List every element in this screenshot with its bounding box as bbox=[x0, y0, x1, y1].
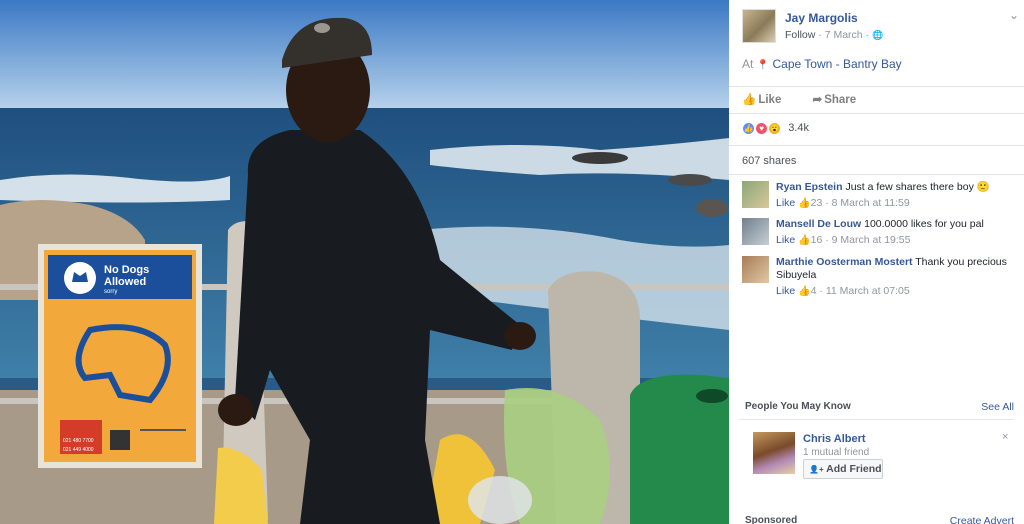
comment-body: Ryan Epstein Just a few shares there boy… bbox=[776, 181, 1016, 210]
location-pin-icon: 📍 bbox=[756, 60, 770, 71]
divider bbox=[729, 86, 1024, 87]
like-button[interactable]: 👍 Like bbox=[742, 94, 795, 106]
sign-title-line1: No Dogs bbox=[104, 264, 149, 276]
sign-title: No Dogs Allowed bbox=[104, 264, 152, 288]
reaction-count: 3.4k bbox=[788, 122, 809, 135]
pymk-title: People You May Know bbox=[745, 401, 851, 412]
add-friend-icon: 👤+ bbox=[809, 465, 824, 474]
comment-like-count[interactable]: 16 bbox=[811, 234, 823, 246]
comment-time[interactable]: 8 March at 11:59 bbox=[832, 197, 910, 209]
location-link[interactable]: Cape Town - Bantry Bay bbox=[772, 57, 901, 71]
rock-sea bbox=[572, 152, 628, 164]
add-friend-button[interactable]: 👤+ Add Friend bbox=[803, 459, 883, 479]
comment-like-link[interactable]: Like bbox=[776, 285, 795, 297]
reaction-summary[interactable]: 👍 ♥ 😮 3.4k bbox=[742, 122, 809, 135]
share-button[interactable]: ➦ Share bbox=[813, 94, 871, 106]
sign-title-line2: Allowed bbox=[104, 276, 146, 288]
photo-scene: No Dogs Allowed sorry 021 480 7700 021 4… bbox=[0, 0, 729, 524]
divider bbox=[739, 419, 1014, 420]
like-label: Like bbox=[758, 94, 782, 106]
commenter-avatar[interactable] bbox=[742, 256, 769, 283]
person-hand-right bbox=[504, 322, 536, 350]
add-friend-label: Add Friend bbox=[826, 463, 882, 475]
meta-dot: · bbox=[818, 29, 822, 41]
post-meta: Follow · 7 March · 🌐 bbox=[785, 29, 883, 41]
close-icon[interactable]: × bbox=[1002, 431, 1008, 443]
post-date[interactable]: 7 March bbox=[825, 29, 863, 41]
commenter-name[interactable]: Ryan Epstein bbox=[776, 181, 843, 193]
wow-reaction-icon: 😮 bbox=[768, 122, 782, 135]
share-icon: ➦ bbox=[812, 94, 823, 106]
love-reaction-icon: ♥ bbox=[755, 122, 769, 135]
person-hand-left bbox=[218, 394, 254, 426]
comment-like-count[interactable]: 4 bbox=[811, 285, 817, 297]
comment-body: Mansell De Louw 100.0000 likes for you p… bbox=[776, 218, 1016, 247]
at-label: At bbox=[742, 57, 754, 71]
post-photo[interactable]: No Dogs Allowed sorry 021 480 7700 021 4… bbox=[0, 0, 729, 524]
post-location: At 📍 Cape Town - Bantry Bay bbox=[742, 57, 902, 71]
comment-meta: Like 👍4 · 11 March at 07:05 bbox=[776, 285, 910, 297]
comment-body: Marthie Oosterman Mostert Thank you prec… bbox=[776, 256, 1016, 298]
sign-phone-2: 021 449 4000 bbox=[63, 447, 94, 453]
commenter-name[interactable]: Mansell De Louw bbox=[776, 218, 861, 230]
thumbs-up-icon: 👍 bbox=[742, 94, 757, 106]
post-actions: 👍 Like ➦ Share bbox=[742, 92, 884, 106]
comment-time[interactable]: 11 March at 07:05 bbox=[826, 285, 910, 297]
comment-like-link[interactable]: Like bbox=[776, 197, 795, 209]
thumbs-up-icon: 👍 bbox=[798, 198, 811, 209]
commenter-name[interactable]: Marthie Oosterman Mostert bbox=[776, 256, 913, 268]
plastic-bottle bbox=[468, 476, 532, 524]
suggested-friend-name[interactable]: Chris Albert bbox=[803, 433, 866, 445]
comment-like-link[interactable]: Like bbox=[776, 234, 795, 246]
commenter-avatar[interactable] bbox=[742, 181, 769, 208]
sign-subtitle: sorry bbox=[104, 289, 117, 295]
comment-like-count[interactable]: 23 bbox=[811, 197, 823, 209]
thumbs-up-icon: 👍 bbox=[798, 235, 811, 246]
divider bbox=[729, 174, 1024, 175]
author-name[interactable]: Jay Margolis bbox=[785, 11, 858, 25]
shares-count[interactable]: 607 shares bbox=[742, 155, 796, 167]
commenter-avatar[interactable] bbox=[742, 218, 769, 245]
chevron-down-icon[interactable]: ⌄ bbox=[1009, 8, 1019, 22]
comment-text: 100.0000 likes for you pal bbox=[864, 218, 984, 230]
sign-phone-1: 021 480 7700 bbox=[63, 438, 94, 444]
meta-dot-2: · bbox=[865, 29, 870, 41]
globe-icon: 🌐 bbox=[871, 30, 884, 40]
sponsored-heading: Sponsored bbox=[745, 515, 798, 524]
post-sidebar: Jay Margolis Follow · 7 March · 🌐 ⌄ At 📍… bbox=[729, 0, 1024, 524]
thumbs-up-icon: 👍 bbox=[798, 286, 811, 297]
comment-meta: Like 👍16 · 9 March at 19:55 bbox=[776, 234, 911, 246]
comment-time[interactable]: 9 March at 19:55 bbox=[832, 234, 911, 246]
see-all-link[interactable]: See All bbox=[981, 401, 1014, 413]
mutual-friends[interactable]: 1 mutual friend bbox=[803, 447, 869, 458]
follow-link[interactable]: Follow bbox=[785, 29, 815, 41]
suggested-friend-avatar[interactable] bbox=[753, 432, 795, 474]
like-reaction-icon: 👍 bbox=[742, 122, 755, 135]
create-advert-link[interactable]: Create Advert bbox=[950, 515, 1014, 524]
divider bbox=[729, 145, 1024, 146]
comment-text: Just a few shares there boy 🙂 bbox=[845, 181, 990, 193]
share-label: Share bbox=[824, 94, 857, 106]
comment-meta: Like 👍23 · 8 March at 11:59 bbox=[776, 197, 910, 209]
author-avatar[interactable] bbox=[742, 9, 776, 43]
divider bbox=[729, 113, 1024, 114]
